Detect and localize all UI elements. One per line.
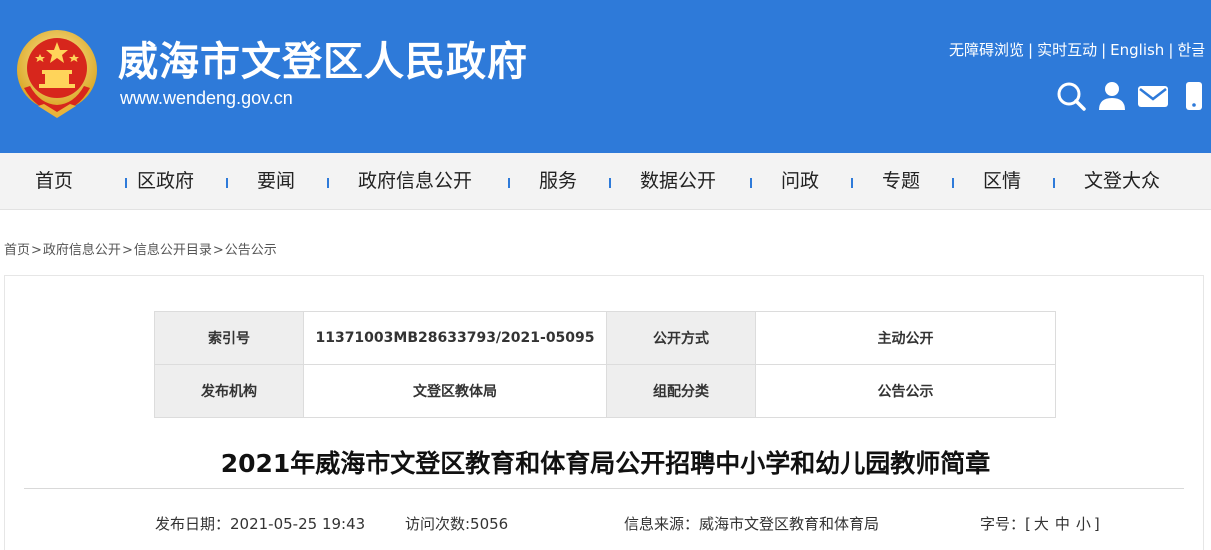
- publish-date: 发布日期：2021-05-25 19:43: [155, 515, 366, 533]
- category-label: 组配分类: [606, 364, 756, 418]
- korean-link[interactable]: 한글: [1177, 41, 1205, 59]
- breadcrumb-separator: >: [31, 243, 42, 258]
- nav-divider: [226, 178, 228, 188]
- font-size-small[interactable]: 小: [1076, 515, 1091, 533]
- site-title: 威海市文登区人民政府: [118, 39, 528, 85]
- link-separator: |: [1101, 41, 1107, 59]
- nav-divider: [750, 178, 752, 188]
- index-label: 索引号: [154, 311, 304, 365]
- font-size-switcher: 字号：[大中小]: [980, 514, 1100, 534]
- nav-divider: [851, 178, 853, 188]
- table-row: 索引号 11371003MB28633793/2021-05095 公开方式 主…: [154, 311, 1056, 365]
- nav-item-home[interactable]: 首页: [35, 153, 73, 210]
- search-icon[interactable]: [1055, 80, 1087, 112]
- title-divider: [24, 488, 1184, 489]
- nav-item-info-disclosure[interactable]: 政府信息公开: [358, 153, 472, 210]
- nav-divider: [508, 178, 510, 188]
- visit-count: 访问次数:5056: [405, 515, 509, 533]
- mail-icon[interactable]: [1137, 80, 1169, 112]
- category-value: 公告公示: [755, 364, 1056, 418]
- breadcrumb-separator: >: [121, 243, 133, 258]
- breadcrumb: 首页>政府信息公开>信息公开目录>公告公示: [4, 242, 277, 260]
- breadcrumb-separator: >: [212, 243, 224, 258]
- nav-item-district-info[interactable]: 区情: [983, 153, 1021, 210]
- article-title: 2021年威海市文登区教育和体育局公开招聘中小学和幼儿园教师简章: [220, 449, 991, 478]
- site-header: 威海市文登区人民政府 www.wendeng.gov.cn 无障碍浏览 | 实时互动…: [0, 0, 1211, 153]
- link-separator: |: [1168, 41, 1174, 59]
- breadcrumb-info-disclosure[interactable]: 政府信息公开: [43, 243, 121, 258]
- publisher-label: 发布机构: [154, 364, 304, 418]
- top-links: 无障碍浏览 | 实时互动 | English | 한글: [949, 40, 1205, 60]
- nav-divider: [952, 178, 954, 188]
- nav-divider: [609, 178, 611, 188]
- accessibility-link[interactable]: 无障碍浏览: [949, 41, 1024, 59]
- font-size-medium[interactable]: 中: [1055, 515, 1070, 533]
- user-icon[interactable]: [1097, 80, 1127, 112]
- nav-divider: [125, 178, 127, 188]
- national-emblem-icon: [17, 30, 97, 118]
- breadcrumb-catalog[interactable]: 信息公开目录: [134, 243, 212, 258]
- info-source: 信息来源：威海市文登区教育和体育局: [624, 515, 880, 533]
- header-icons: [1055, 80, 1205, 112]
- english-link[interactable]: English: [1110, 41, 1164, 59]
- main-nav: 首页 区政府 要闻 政府信息公开 服务 数据公开 问政 专题 区情 文登大众: [0, 153, 1211, 210]
- font-size-label: 字号：[: [980, 515, 1031, 533]
- table-row: 发布机构 文登区教体局 组配分类 公告公示: [154, 364, 1056, 418]
- mobile-icon[interactable]: [1183, 80, 1205, 112]
- index-value: 11371003MB28633793/2021-05095: [303, 311, 607, 365]
- nav-item-wendeng-public[interactable]: 文登大众: [1084, 153, 1160, 210]
- breadcrumb-announcements[interactable]: 公告公示: [225, 243, 277, 258]
- interaction-link[interactable]: 实时互动: [1037, 41, 1097, 59]
- font-size-close: ]: [1093, 515, 1100, 533]
- nav-divider: [1053, 178, 1055, 188]
- nav-item-services[interactable]: 服务: [539, 153, 577, 210]
- link-separator: |: [1028, 41, 1034, 59]
- publisher-value: 文登区教体局: [303, 364, 607, 418]
- nav-item-news[interactable]: 要闻: [257, 153, 295, 210]
- nav-divider: [327, 178, 329, 188]
- site-url: www.wendeng.gov.cn: [120, 88, 293, 108]
- open-mode-value: 主动公开: [755, 311, 1056, 365]
- nav-item-topics[interactable]: 专题: [882, 153, 920, 210]
- open-mode-label: 公开方式: [606, 311, 756, 365]
- metadata-table: 索引号 11371003MB28633793/2021-05095 公开方式 主…: [154, 311, 1056, 418]
- nav-item-government[interactable]: 区政府: [137, 153, 194, 210]
- nav-item-open-data[interactable]: 数据公开: [640, 153, 716, 210]
- nav-item-inquiry[interactable]: 问政: [781, 153, 819, 210]
- font-size-large[interactable]: 大: [1034, 515, 1049, 533]
- breadcrumb-home[interactable]: 首页: [4, 243, 30, 258]
